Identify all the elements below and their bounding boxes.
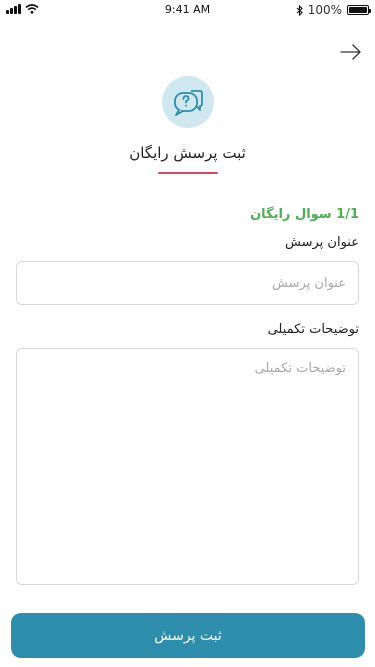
arrow-right-icon[interactable] (339, 40, 363, 64)
free-question-counter: 1/1 سوال رایگان (250, 207, 359, 222)
description-field-label: توضیحات تکمیلی (267, 322, 359, 337)
submit-question-button[interactable]: ثبت پرسش (11, 613, 365, 658)
battery-icon (347, 5, 371, 15)
battery-fill (349, 7, 367, 13)
question-title-input[interactable] (16, 261, 359, 305)
page-title: ثبت پرسش رایگان (129, 144, 246, 162)
hero-icon-circle (162, 76, 214, 128)
bluetooth-icon (296, 4, 303, 16)
battery-percent: 100% (307, 3, 342, 17)
status-right: 100% (296, 3, 371, 17)
description-textarea[interactable] (16, 348, 359, 585)
status-bar: 9:41 AM 100% (0, 0, 375, 22)
title-underline (158, 172, 218, 174)
title-field-label: عنوان پرسش (285, 235, 359, 250)
question-chat-bubbles-icon (174, 90, 203, 116)
